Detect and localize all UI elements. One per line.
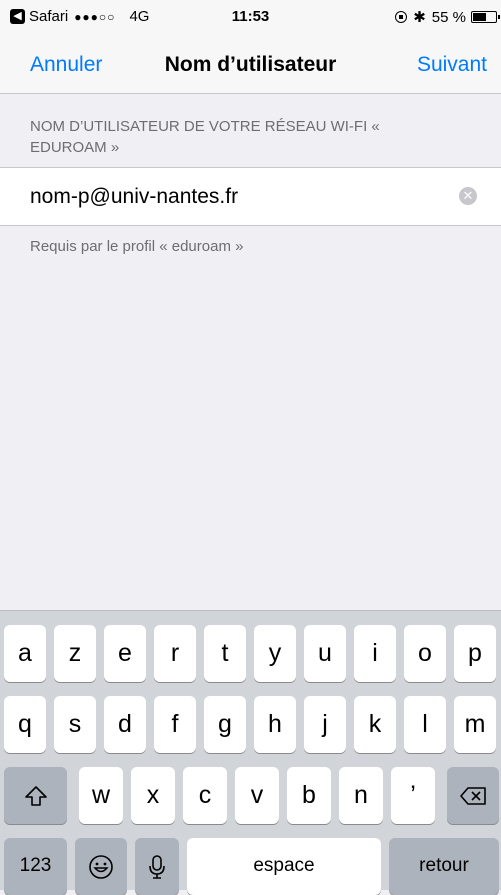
key-o[interactable]: o	[404, 625, 446, 682]
key-s[interactable]: s	[54, 696, 96, 753]
key-f[interactable]: f	[154, 696, 196, 753]
key-a[interactable]: a	[4, 625, 46, 682]
emoji-icon	[89, 855, 113, 880]
battery-icon	[471, 11, 500, 23]
key-t[interactable]: t	[204, 625, 246, 682]
key-h[interactable]: h	[254, 696, 296, 753]
key-w[interactable]: w	[79, 767, 123, 824]
rotation-lock-icon	[395, 11, 408, 23]
key-u[interactable]: u	[304, 625, 346, 682]
key-apostrophe[interactable]: ’	[391, 767, 435, 824]
clear-text-icon[interactable]: ✕	[459, 187, 477, 205]
delete-key[interactable]	[447, 767, 499, 824]
username-field-row: ✕	[0, 167, 501, 226]
section-header: NOM D’UTILISATEUR DE VOTRE RÉSEAU WI-FI …	[30, 118, 380, 156]
backspace-icon	[460, 787, 486, 806]
key-b[interactable]: b	[287, 767, 331, 824]
navigation-bar: Annuler Nom d’utilisateur Suivant	[0, 40, 501, 94]
next-button[interactable]: Suivant	[417, 53, 487, 77]
keyboard: a z e r t y u i o p q s d f g h j k l m …	[0, 610, 501, 895]
section-footer: Requis par le profil « eduroam »	[30, 238, 244, 255]
numbers-key[interactable]: 123	[4, 838, 67, 895]
key-v[interactable]: v	[235, 767, 279, 824]
battery-percentage: 55 %	[431, 8, 466, 26]
status-bar: ◀ Safari ●●●○○ 4G 11:53 ✱ 55 %	[0, 0, 501, 40]
key-m[interactable]: m	[454, 696, 496, 753]
key-j[interactable]: j	[304, 696, 346, 753]
key-p[interactable]: p	[454, 625, 496, 682]
key-d[interactable]: d	[104, 696, 146, 753]
key-r[interactable]: r	[154, 625, 196, 682]
shift-icon	[24, 786, 47, 807]
key-z[interactable]: z	[54, 625, 96, 682]
key-l[interactable]: l	[404, 696, 446, 753]
key-y[interactable]: y	[254, 625, 296, 682]
key-i[interactable]: i	[354, 625, 396, 682]
return-key[interactable]: retour	[389, 838, 499, 895]
key-n[interactable]: n	[339, 767, 383, 824]
key-x[interactable]: x	[131, 767, 175, 824]
space-key[interactable]: espace	[187, 838, 381, 895]
shift-key[interactable]	[4, 767, 67, 824]
key-e[interactable]: e	[104, 625, 146, 682]
username-input[interactable]	[30, 168, 440, 225]
key-c[interactable]: c	[183, 767, 227, 824]
status-right: ✱ 55 %	[395, 8, 500, 26]
key-g[interactable]: g	[204, 696, 246, 753]
key-k[interactable]: k	[354, 696, 396, 753]
dictation-key[interactable]	[135, 838, 179, 895]
bluetooth-icon: ✱	[413, 9, 426, 26]
microphone-icon	[149, 855, 165, 880]
emoji-key[interactable]	[75, 838, 127, 895]
key-q[interactable]: q	[4, 696, 46, 753]
